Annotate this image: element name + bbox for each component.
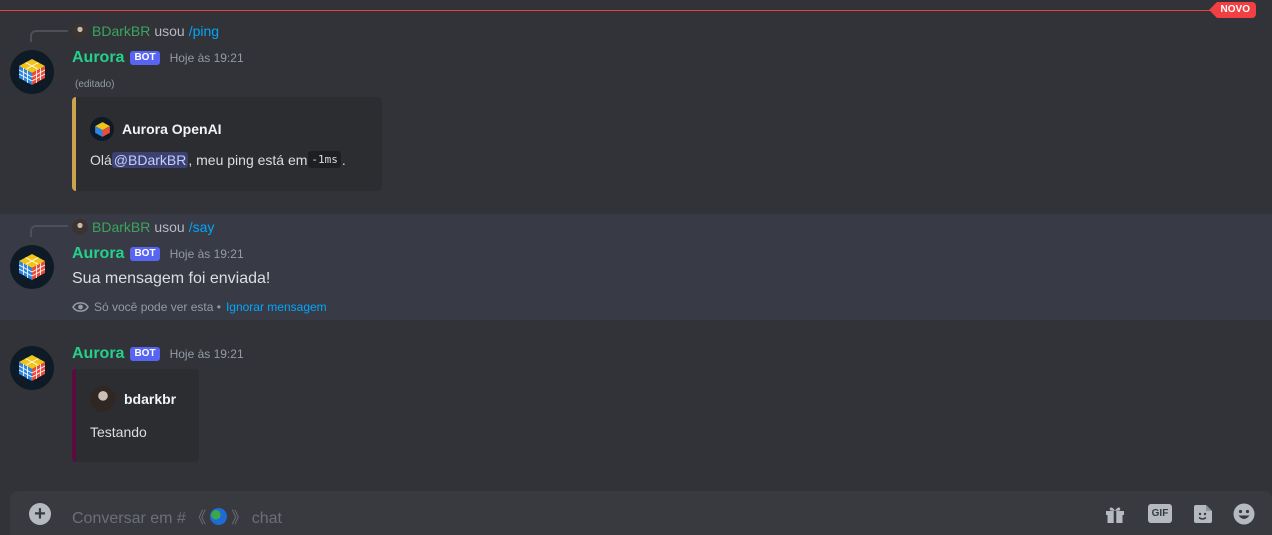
timestamp[interactable]: Hoje às 19:21 [170,247,244,261]
rubiks-cube-icon [18,59,46,85]
ephemeral-notice: Só você pode ver esta • Ignorar mensagem [72,300,327,314]
bot-avatar[interactable] [10,346,54,390]
bot-tag: BOT [130,247,160,261]
bot-avatar[interactable] [10,245,54,289]
embed-author: bdarkbr [90,386,176,412]
placeholder-prefix: Conversar em # 《 [72,510,207,527]
reply-connector [30,30,68,42]
reply-action: usou [154,219,185,235]
embed-description: Olá @BDarkBR , meu ping está em -1ms . [90,151,346,168]
ephemeral-text: Só você pode ver esta • [94,300,221,314]
embed-text-part: , meu ping está em [188,151,308,168]
embed-author-name: bdarkbr [124,391,177,407]
reply-connector [30,225,68,237]
message-say: BDarkBR usou /say Aurora BOT Hoje às 19:… [0,214,1272,320]
reply-username[interactable]: BDarkBR [92,219,150,235]
reply-action: usou [154,23,185,39]
message-header: Aurora BOT Hoje às 19:21 [72,245,244,263]
user-avatar [90,386,116,412]
message-content: Sua mensagem foi enviada! [72,270,271,287]
bot-avatar[interactable] [10,50,54,94]
message-composer: + Conversar em # 《 》 chat GIF [10,491,1272,535]
embed-card: bdarkbr Testando [72,369,199,462]
message-input[interactable]: Conversar em # 《 》 chat [72,504,282,528]
embed-author-name: Aurora OpenAI [122,121,222,137]
author-name[interactable]: Aurora [72,345,124,363]
embed-text-part: Olá [90,151,112,168]
reply-command[interactable]: /say [189,219,215,235]
rubiks-cube-icon [18,355,46,381]
message-ping: BDarkBR usou /ping Aurora BOT Hoje às 19… [0,0,1272,205]
message-embed: Aurora BOT Hoje às 19:21 bdarkbr Testand… [0,330,1272,480]
author-name[interactable]: Aurora [72,49,124,67]
user-avatar-mini [72,23,88,39]
sticker-icon[interactable] [1191,502,1215,526]
rubiks-cube-icon [94,121,110,137]
bot-tag: BOT [130,51,160,65]
user-avatar-mini [72,219,88,235]
timestamp[interactable]: Hoje às 19:21 [170,347,244,361]
inline-code: -1ms [308,151,341,168]
author-name[interactable]: Aurora [72,245,124,263]
message-header: Aurora BOT Hoje às 19:21 [72,345,244,363]
edited-label: (editado) [75,79,115,90]
embed-author: Aurora OpenAI [90,117,222,141]
gift-icon[interactable] [1103,502,1127,526]
timestamp[interactable]: Hoje às 19:21 [170,51,244,65]
bot-tag: BOT [130,347,160,361]
plus-icon[interactable]: + [29,503,51,525]
rubiks-cube-icon [18,254,46,280]
reply-reference[interactable]: BDarkBR usou /say [72,218,214,236]
reply-command[interactable]: /ping [189,23,219,39]
dismiss-message-link[interactable]: Ignorar mensagem [226,300,327,314]
globe-icon [210,507,228,525]
embed-author-icon [90,117,114,141]
gif-icon[interactable]: GIF [1148,504,1172,523]
user-mention[interactable]: @BDarkBR [111,151,189,168]
message-header: Aurora BOT Hoje às 19:21 [72,49,244,67]
embed-card: Aurora OpenAI Olá @BDarkBR , meu ping es… [72,97,382,191]
embed-text-part: . [341,151,346,168]
embed-description: Testando [90,424,147,440]
emoji-icon[interactable] [1232,502,1256,526]
reply-reference[interactable]: BDarkBR usou /ping [72,22,219,40]
eye-icon [72,302,89,312]
reply-username[interactable]: BDarkBR [92,23,150,39]
placeholder-suffix: 》 chat [231,510,282,527]
